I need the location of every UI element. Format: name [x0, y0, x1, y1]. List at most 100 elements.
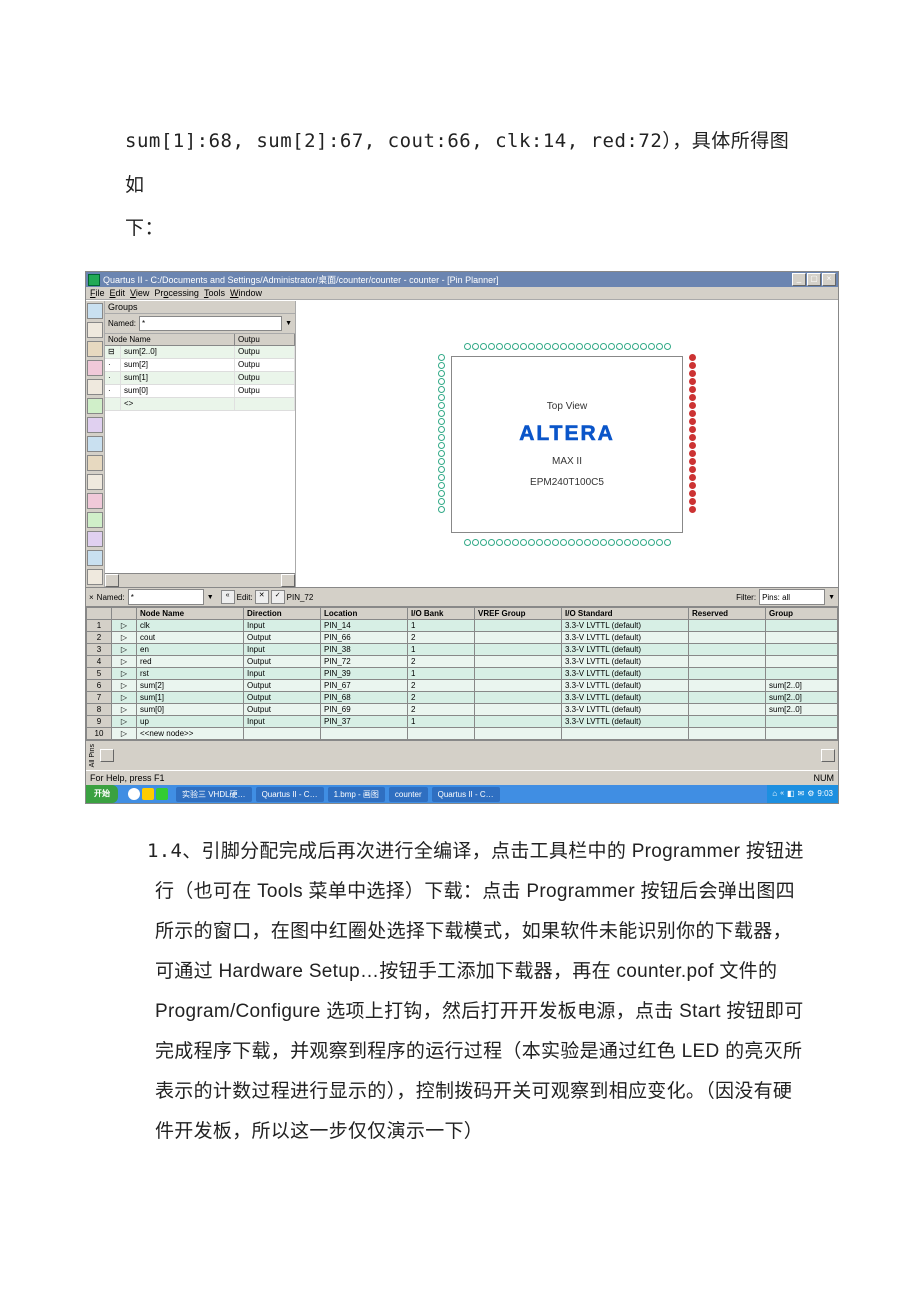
group-row[interactable]: ·sum[1]Outpu	[105, 372, 295, 385]
col-header[interactable]: Direction	[244, 608, 321, 620]
menu-processing[interactable]: Processing	[154, 288, 199, 298]
col-header[interactable]: Reserved	[689, 608, 766, 620]
start-button[interactable]: 开始	[86, 785, 118, 803]
status-left: For Help, press F1	[90, 773, 165, 783]
col-header[interactable]	[87, 608, 112, 620]
maximize-button[interactable]: ▢	[807, 273, 821, 286]
menu-view[interactable]: View	[130, 288, 149, 298]
menu-tools[interactable]: Tools	[204, 288, 225, 298]
group-row[interactable]: ·sum[2]Outpu	[105, 359, 295, 372]
pin-table-area: × Named: ▼ « Edit: ✕ ✓ PIN_72 Filter: ▼ …	[86, 587, 838, 770]
taskbar: 开始 实验三 VHDL硬… Quartus II - C… 1.bmp - 画图 co…	[86, 785, 838, 803]
side-tab[interactable]: All Pins	[89, 742, 96, 769]
filter-dropdown[interactable]	[759, 589, 825, 605]
col-header[interactable]: Node Name	[137, 608, 244, 620]
minimize-button[interactable]: _	[792, 273, 806, 286]
tray-icon[interactable]: ✉	[798, 785, 805, 803]
bottom-edit-value: PIN_72	[287, 593, 314, 602]
tray-icon[interactable]: ⌂	[772, 785, 777, 803]
h-scrollbar-bottom[interactable]	[100, 749, 835, 762]
para-prefix: 1.4、	[147, 840, 202, 862]
menu-edit[interactable]: Edit	[110, 288, 126, 298]
chip-part: EPM240T100C5	[530, 477, 604, 488]
body-paragraph: 1.4、引脚分配完成后再次进行全编译，点击工具栏中的 Programmer 按钮…	[115, 832, 805, 1151]
edit-btn-x[interactable]: ✕	[255, 590, 269, 604]
left-toolbar[interactable]	[86, 301, 105, 587]
pin-row[interactable]: 2▷coutOutputPIN_6623.3-V LVTTL (default)	[87, 632, 838, 644]
pin-row[interactable]: 3▷enInputPIN_3813.3-V LVTTL (default)	[87, 644, 838, 656]
tool-icon[interactable]	[87, 550, 103, 566]
statusbar: For Help, press F1 NUM	[86, 770, 838, 785]
bottom-named-label: Named:	[97, 593, 125, 602]
quicklaunch-icon[interactable]	[156, 788, 168, 800]
taskbar-item[interactable]: Quartus II - C…	[256, 787, 324, 802]
tray[interactable]: ⌂ « ◧ ✉ ⚙ 9:03	[767, 785, 838, 803]
menu-window[interactable]: Window	[230, 288, 262, 298]
col-header[interactable]: Group	[766, 608, 838, 620]
taskbar-item[interactable]: counter	[389, 787, 428, 802]
window-title: Quartus II - C:/Documents and Settings/A…	[103, 273, 499, 286]
quicklaunch-icon[interactable]	[142, 788, 154, 800]
pin-row[interactable]: 8▷sum[0]OutputPIN_6923.3-V LVTTL (defaul…	[87, 704, 838, 716]
col-dir[interactable]: Outpu	[235, 334, 295, 345]
taskbar-item[interactable]: 实验三 VHDL硬…	[176, 787, 252, 802]
pin-row[interactable]: 7▷sum[1]OutputPIN_6823.3-V LVTTL (defaul…	[87, 692, 838, 704]
tray-icon[interactable]: ⚙	[807, 785, 814, 803]
bottom-edit-label: Edit:	[237, 593, 253, 602]
pin-row[interactable]: 10▷<<new node>>	[87, 728, 838, 740]
pin-row[interactable]: 9▷upInputPIN_3713.3-V LVTTL (default)	[87, 716, 838, 728]
pin-table[interactable]: Node NameDirectionLocationI/O BankVREF G…	[86, 607, 838, 740]
tool-icon[interactable]	[87, 474, 103, 490]
scroll-right[interactable]	[281, 574, 295, 587]
window-titlebar: Quartus II - C:/Documents and Settings/A…	[86, 272, 838, 287]
taskbar-item[interactable]: 1.bmp - 画图	[328, 787, 385, 802]
edit-btn-left[interactable]: «	[221, 590, 235, 604]
tool-icon[interactable]	[87, 360, 103, 376]
chip-view[interactable]: Top View ALTERA MAX II EPM240T100C5	[296, 301, 838, 587]
tool-icon[interactable]	[87, 493, 103, 509]
altera-logo: ALTERA	[519, 422, 615, 446]
tool-icon[interactable]	[87, 379, 103, 395]
tool-icon[interactable]	[87, 398, 103, 414]
col-header[interactable]: I/O Bank	[408, 608, 475, 620]
tool-icon[interactable]	[87, 322, 103, 338]
tool-icon[interactable]	[87, 512, 103, 528]
tool-icon[interactable]	[87, 569, 103, 585]
named-dropdown[interactable]	[139, 316, 282, 331]
tray-icon[interactable]: ◧	[787, 785, 795, 803]
pin-row[interactable]: 1▷clkInputPIN_1413.3-V LVTTL (default)	[87, 620, 838, 632]
para-text: 引脚分配完成后再次进行全编译，点击工具栏中的 Programmer 按钮进行（也…	[155, 841, 804, 1141]
col-header[interactable]: I/O Standard	[562, 608, 689, 620]
groups-panel: Groups Named: ▼ Node Name Outpu ⊟sum[2..…	[105, 301, 296, 587]
pin-row[interactable]: 4▷redOutputPIN_7223.3-V LVTTL (default)	[87, 656, 838, 668]
col-header[interactable]	[112, 608, 137, 620]
col-node-name[interactable]: Node Name	[105, 334, 235, 345]
menubar: File Edit View Processing Tools Window	[86, 287, 838, 300]
tool-icon[interactable]	[87, 417, 103, 433]
pin-row[interactable]: 6▷sum[2]OutputPIN_6723.3-V LVTTL (defaul…	[87, 680, 838, 692]
pin-row[interactable]: 5▷rstInputPIN_3913.3-V LVTTL (default)	[87, 668, 838, 680]
tool-icon[interactable]	[87, 341, 103, 357]
tool-icon[interactable]	[87, 303, 103, 319]
col-header[interactable]: VREF Group	[475, 608, 562, 620]
app-icon	[88, 274, 100, 286]
close-button[interactable]: ×	[822, 273, 836, 286]
group-row[interactable]: <>	[105, 398, 295, 411]
group-row[interactable]: ·sum[0]Outpu	[105, 385, 295, 398]
quicklaunch-icon[interactable]	[128, 788, 140, 800]
menu-file[interactable]: File	[90, 288, 105, 298]
h-scrollbar[interactable]	[105, 573, 295, 587]
groups-header: Groups	[105, 301, 295, 314]
scroll-left[interactable]	[105, 574, 119, 587]
tool-icon[interactable]	[87, 436, 103, 452]
group-row[interactable]: ⊟sum[2..0]Outpu	[105, 346, 295, 359]
tool-icon[interactable]	[87, 531, 103, 547]
col-header[interactable]: Location	[321, 608, 408, 620]
taskbar-item[interactable]: Quartus II - C…	[432, 787, 500, 802]
status-right: NUM	[814, 773, 835, 783]
bottom-named-input[interactable]	[128, 589, 204, 605]
named-label: Named:	[108, 319, 136, 328]
edit-btn-ok[interactable]: ✓	[271, 590, 285, 604]
tray-time: 9:03	[817, 785, 833, 803]
tool-icon[interactable]	[87, 455, 103, 471]
